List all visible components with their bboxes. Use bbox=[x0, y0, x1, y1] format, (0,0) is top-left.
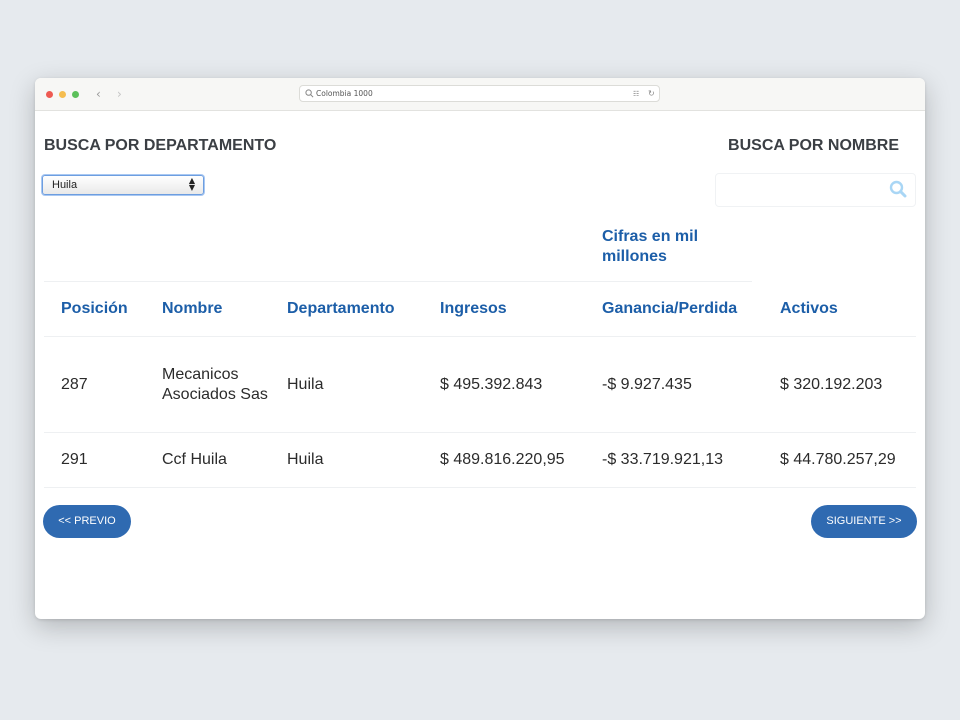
previous-page-button[interactable]: << PREVIO bbox=[43, 505, 131, 538]
cell-revenue: $ 489.816.220,95 bbox=[440, 451, 565, 468]
column-header-assets[interactable]: Activos bbox=[780, 282, 838, 336]
table-header-row: Posición Nombre Departamento Ingresos Ga… bbox=[44, 282, 916, 337]
companies-table: Cifras en mil millones Posición Nombre D… bbox=[44, 209, 916, 488]
next-page-button[interactable]: SIGUIENTE >> bbox=[811, 505, 917, 538]
cell-position: 287 bbox=[61, 375, 88, 393]
cell-department: Huila bbox=[287, 451, 324, 468]
cell-department: Huila bbox=[287, 375, 324, 393]
search-icon[interactable] bbox=[889, 180, 907, 198]
table-row: 287 Mecanicos Asociados Sas Huila $ 495.… bbox=[44, 337, 916, 433]
browser-window: ‹ › Colombia 1000 ☷ ↻ BUSCA POR DEPARTAM… bbox=[35, 78, 925, 619]
cell-revenue: $ 495.392.843 bbox=[440, 375, 543, 393]
column-header-revenue[interactable]: Ingresos bbox=[440, 282, 507, 336]
address-text: Colombia 1000 bbox=[316, 89, 373, 98]
column-header-position[interactable]: Posición bbox=[61, 282, 128, 336]
department-select[interactable]: Huila ▲ ▼ bbox=[42, 175, 204, 195]
zoom-window-button[interactable] bbox=[72, 91, 79, 98]
forward-arrow-icon[interactable]: › bbox=[117, 86, 122, 102]
table-row: 291 Ccf Huila Huila $ 489.816.220,95 -$ … bbox=[44, 433, 916, 488]
cell-name: Ccf Huila bbox=[162, 451, 227, 468]
cell-name: Mecanicos Asociados Sas bbox=[162, 365, 268, 403]
department-select-value: Huila bbox=[52, 179, 78, 191]
minimize-window-button[interactable] bbox=[59, 91, 66, 98]
name-search-heading: BUSCA POR NOMBRE bbox=[728, 137, 899, 154]
reload-icon[interactable]: ↻ bbox=[648, 88, 655, 99]
figures-unit-note: Cifras en mil millones bbox=[602, 228, 699, 265]
column-header-profit-loss[interactable]: Ganancia/Perdida bbox=[602, 282, 737, 336]
cell-profit-loss: -$ 9.927.435 bbox=[602, 375, 692, 393]
translate-icon[interactable]: ☷ bbox=[633, 89, 639, 99]
cell-assets: $ 320.192.203 bbox=[780, 375, 883, 393]
table-note-row: Cifras en mil millones bbox=[44, 209, 752, 282]
column-header-name[interactable]: Nombre bbox=[162, 282, 272, 336]
close-window-button[interactable] bbox=[46, 91, 53, 98]
cell-position: 291 bbox=[61, 451, 88, 468]
page-content: BUSCA POR DEPARTAMENTO BUSCA POR NOMBRE … bbox=[35, 111, 925, 619]
browser-toolbar: ‹ › Colombia 1000 ☷ ↻ bbox=[35, 78, 925, 111]
back-arrow-icon[interactable]: ‹ bbox=[96, 86, 101, 102]
select-caret-icon: ▲ ▼ bbox=[188, 176, 195, 192]
cell-assets: $ 44.780.257,29 bbox=[780, 451, 896, 468]
search-icon bbox=[305, 89, 314, 98]
department-filter-heading: BUSCA POR DEPARTAMENTO bbox=[44, 137, 277, 154]
address-bar[interactable]: Colombia 1000 ☷ ↻ bbox=[299, 85, 660, 102]
cell-profit-loss: -$ 33.719.921,13 bbox=[602, 451, 723, 468]
column-header-department[interactable]: Departamento bbox=[287, 282, 395, 336]
name-search-input[interactable] bbox=[715, 173, 916, 207]
